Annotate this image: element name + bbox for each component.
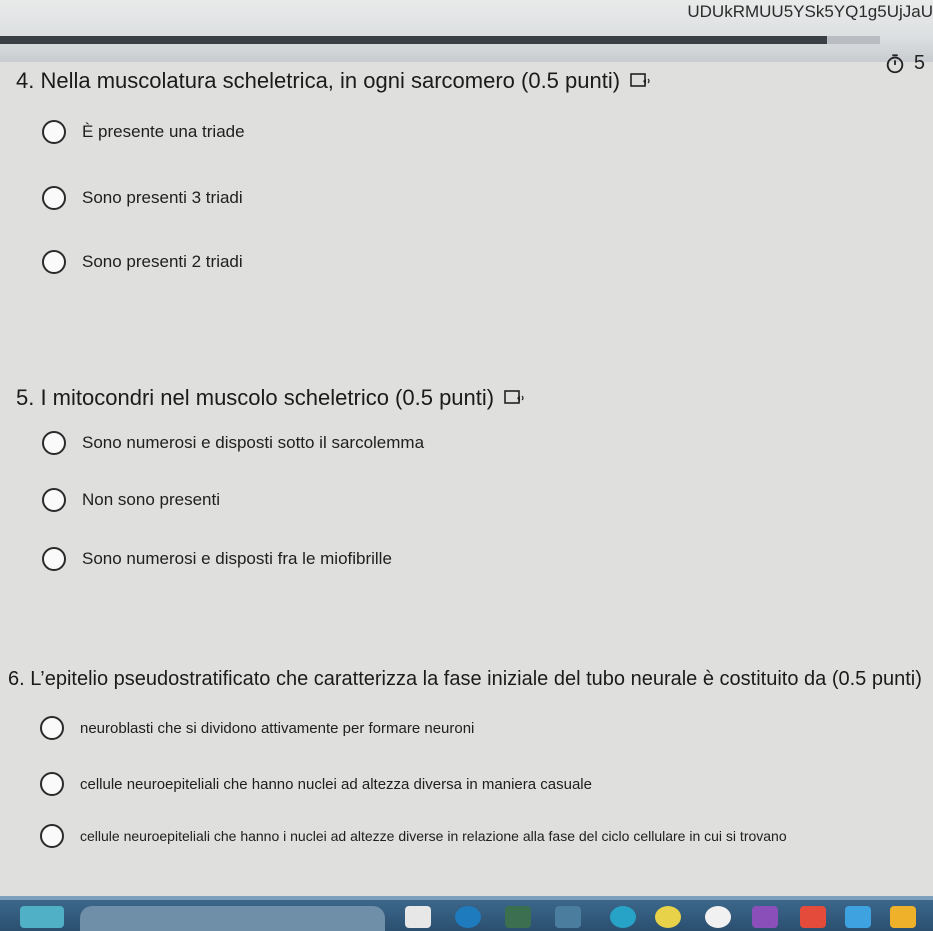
question-6: 6. L’epitelio pseudostratificato che car… — [8, 668, 923, 848]
option-q4-a[interactable]: È presente una triade — [42, 120, 245, 144]
app-icon[interactable] — [800, 906, 826, 928]
radio-button[interactable] — [42, 547, 66, 571]
address-bar-text[interactable]: UDUkRMUU5YSk5YQ1g5UjJaU — [687, 2, 933, 22]
option-q6-a[interactable]: neuroblasti che si dividono attivamente … — [40, 716, 474, 740]
radio-button[interactable] — [40, 772, 64, 796]
progress-fill — [0, 36, 828, 44]
progress-track — [0, 36, 880, 44]
option-q6-b[interactable]: cellule neuroepiteliali che hanno nuclei… — [40, 772, 592, 796]
option-q5-a[interactable]: Sono numerosi e disposti sotto il sarcol… — [42, 431, 424, 455]
option-q4-c[interactable]: Sono presenti 2 triadi — [42, 250, 243, 274]
app-icon[interactable] — [655, 906, 681, 928]
taskbar-divider — [0, 896, 933, 900]
question-title: 6. L’epitelio pseudostratificato che car… — [8, 668, 922, 690]
question-title: 4. Nella muscolatura scheletrica, in ogn… — [16, 68, 931, 94]
radio-button[interactable] — [40, 824, 64, 848]
app-icon[interactable] — [752, 906, 778, 928]
option-q5-c[interactable]: Sono numerosi e disposti fra le miofibri… — [42, 547, 392, 571]
radio-button[interactable] — [42, 186, 66, 210]
app-icon[interactable] — [555, 906, 581, 928]
option-q6-c[interactable]: cellule neuroepiteliali che hanno i nucl… — [40, 824, 787, 848]
app-icon[interactable] — [405, 906, 431, 928]
app-icon[interactable] — [705, 906, 731, 928]
radio-button[interactable] — [40, 716, 64, 740]
question-title: 5. I mitocondri nel muscolo scheletrico … — [16, 385, 931, 411]
taskbar — [0, 896, 933, 931]
start-button-icon[interactable] — [20, 906, 64, 928]
app-icon[interactable] — [505, 906, 531, 928]
radio-button[interactable] — [42, 488, 66, 512]
option-q4-b[interactable]: Sono presenti 3 triadi — [42, 186, 243, 210]
radio-button[interactable] — [42, 250, 66, 274]
app-icon[interactable] — [610, 906, 636, 928]
app-icon[interactable] — [455, 906, 481, 928]
app-icon[interactable] — [890, 906, 916, 928]
taskbar-search[interactable] — [80, 906, 385, 931]
app-icon[interactable] — [845, 906, 871, 928]
option-q5-b[interactable]: Non sono presenti — [42, 488, 220, 512]
radio-button[interactable] — [42, 431, 66, 455]
immersive-reader-icon[interactable] — [630, 72, 652, 90]
browser-top-area: UDUkRMUU5YSk5YQ1g5UjJaU — [0, 0, 933, 62]
question-4: 4. Nella muscolatura scheletrica, in ogn… — [16, 68, 931, 274]
immersive-reader-icon[interactable] — [504, 389, 526, 407]
radio-button[interactable] — [42, 120, 66, 144]
question-5: 5. I mitocondri nel muscolo scheletrico … — [16, 385, 931, 571]
